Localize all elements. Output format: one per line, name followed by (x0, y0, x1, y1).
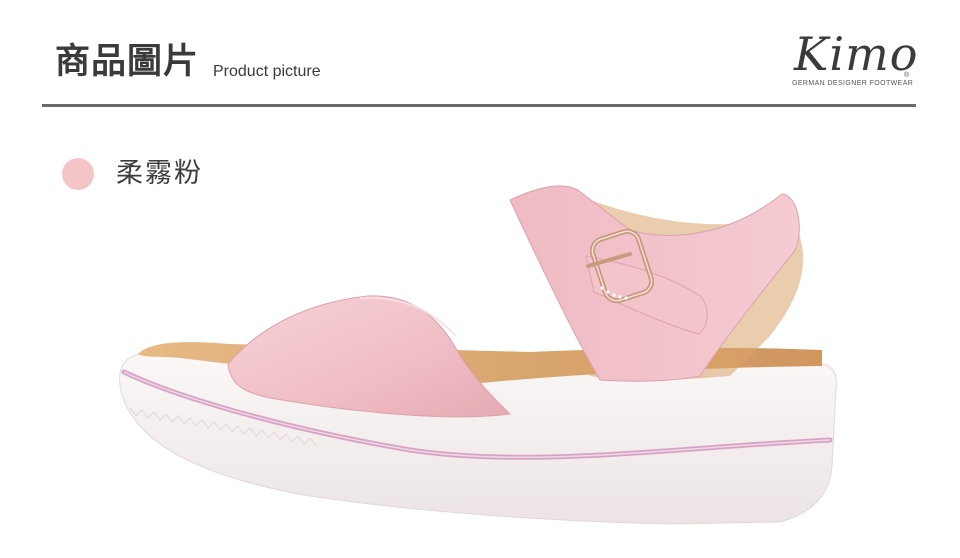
header-divider (42, 104, 916, 107)
product-image (110, 176, 840, 536)
page-subtitle: Product picture (213, 63, 321, 80)
brand-name: Kimo (794, 27, 919, 81)
page-header: 商品圖片 Product picture Kimo ® GERMAN DESIG… (0, 0, 960, 110)
page-title: 商品圖片 (55, 42, 200, 82)
brand-logo: Kimo ® GERMAN DESIGNER FOOTWEAR (790, 27, 919, 92)
brand-tagline: GERMAN DESIGNER FOOTWEAR (792, 80, 914, 87)
registered-mark: ® (904, 72, 910, 79)
sandal-illustration (119, 185, 837, 525)
color-swatch (62, 158, 94, 190)
